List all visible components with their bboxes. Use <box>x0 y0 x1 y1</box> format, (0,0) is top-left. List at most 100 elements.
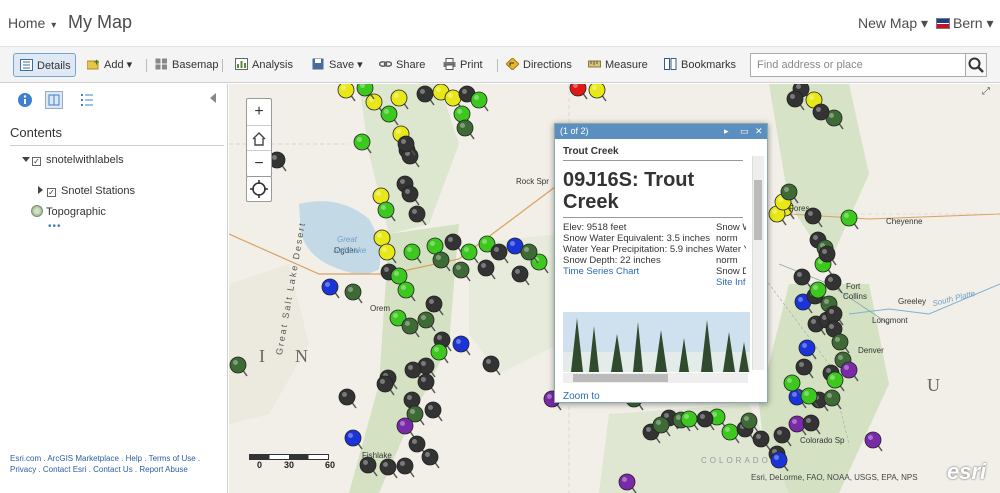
map-label-forest: Fores <box>789 204 810 213</box>
zoom-to-link[interactable]: Zoom to <box>563 391 600 402</box>
site-info-link[interactable]: Site Inf <box>716 277 746 288</box>
layer-row-snotelwithlabels[interactable]: ✓ snotelwithlabels <box>22 154 124 166</box>
toolbar: Details + Add ▾ Basemap Analysis Save ▾ S… <box>0 46 1000 83</box>
next-feature-icon[interactable]: ▸ <box>724 124 729 139</box>
new-map-menu[interactable]: New Map ▾ <box>858 15 928 32</box>
share-button[interactable]: Share <box>379 53 425 77</box>
divider <box>10 145 224 146</box>
add-button[interactable]: + Add ▾ <box>87 53 132 77</box>
add-layer-icon: + <box>87 58 99 70</box>
locate-crosshair-icon <box>250 180 268 198</box>
user-name: Bern ▾ <box>953 15 994 31</box>
scrollbar-thumb[interactable] <box>573 374 668 382</box>
layer-label: Topographic <box>46 206 106 218</box>
collapsed-arrow-icon[interactable] <box>38 186 43 194</box>
home-menu[interactable]: Home ▾ <box>8 15 56 31</box>
home-icon <box>252 132 266 146</box>
search-input[interactable] <box>750 53 966 77</box>
map-label-u: U <box>927 375 940 395</box>
map-label-fishlake: Fishlake <box>362 451 392 460</box>
toolbar-divider <box>222 59 223 72</box>
save-icon <box>312 58 324 70</box>
save-button[interactable]: Save ▾ <box>312 53 363 77</box>
field-right: Snow W <box>716 222 746 233</box>
legend-icon[interactable] <box>78 91 96 109</box>
popup-right-column: Snow W norm Water Y norm Snow D Site Inf <box>716 222 746 288</box>
map-label-longmont: Longmont <box>872 316 908 325</box>
basemap-button[interactable]: Basemap <box>155 53 218 77</box>
analysis-button[interactable]: Analysis <box>235 53 293 77</box>
site-photo <box>563 312 750 372</box>
scale-label: 0 <box>257 460 263 470</box>
measure-ruler-icon <box>588 60 601 68</box>
map-label-great: Great <box>337 235 358 244</box>
map-label-collins: Collins <box>843 292 868 301</box>
contents-heading: Contents <box>10 125 63 140</box>
info-icon[interactable] <box>16 91 34 109</box>
expanded-arrow-icon[interactable] <box>22 157 30 162</box>
directions-button[interactable]: Directions <box>506 53 572 77</box>
zoom-out-button[interactable]: − <box>247 151 271 177</box>
popup-content: Trout Creek 09J16S: Trout Creek Elev: 95… <box>563 146 746 299</box>
scrollbar-thumb[interactable] <box>754 180 762 240</box>
map-label-orem: Orem <box>370 304 390 313</box>
feature-popup: (1 of 2) ▸ ▭ ✕ Trout Creek 09J16S: Trout… <box>554 123 768 403</box>
panel-tabs <box>5 84 228 116</box>
map-label-fort: Fort <box>846 282 861 291</box>
analysis-icon <box>235 58 248 70</box>
map-label-cheyenne: Cheyenne <box>886 217 923 226</box>
popup-header: (1 of 2) <box>555 124 767 139</box>
expand-map-icon[interactable]: ⤢ <box>982 86 990 97</box>
chevron-down-icon: ▾ <box>51 20 57 31</box>
popup-title: 09J16S: Trout Creek <box>563 169 743 218</box>
directions-icon <box>506 58 519 70</box>
contents-icon[interactable] <box>45 91 63 109</box>
esri-logo[interactable]: esri <box>947 459 986 485</box>
locate-button[interactable] <box>246 176 272 202</box>
layer-row-topographic[interactable]: Topographic <box>31 205 106 218</box>
scale-label: 30 <box>284 460 295 470</box>
search-icon <box>968 57 984 73</box>
top-header: Home ▾ My Map New Map ▾ Bern ▾ <box>0 0 1000 46</box>
flag-icon <box>936 18 950 29</box>
toolbar-divider <box>497 59 498 72</box>
map-label-i: I <box>259 346 265 366</box>
map-view[interactable]: Rock Spr Ogden Great Salt Lake Great Sal… <box>229 84 1000 493</box>
map-label-rock-springs: Rock Spr <box>516 177 549 186</box>
popup-subtitle: Trout Creek <box>563 146 743 161</box>
popup-paging: (1 of 2) <box>560 126 589 136</box>
details-button[interactable]: Details <box>13 53 76 77</box>
layer-checkbox[interactable]: ✓ <box>32 157 41 166</box>
close-icon[interactable]: ✕ <box>755 124 763 139</box>
measure-button[interactable]: Measure <box>588 53 648 77</box>
map-title: My Map <box>68 12 133 32</box>
map-label-colorado: COLORADO <box>701 456 771 465</box>
maximize-icon[interactable]: ▭ <box>740 124 749 139</box>
map-attribution: Esri, DeLorme, FAO, NOAA, USGS, EPA, NPS <box>751 473 918 482</box>
share-link-icon <box>379 61 392 67</box>
user-menu[interactable]: Bern ▾ <box>936 15 994 32</box>
popup-fields: Elev: 9518 feet Snow Water Equivalent: 3… <box>563 222 746 299</box>
map-label-greeley: Greeley <box>898 297 927 306</box>
left-panel: Contents ✓ snotelwithlabels ✓ Snotel Stati… <box>5 84 228 493</box>
print-button[interactable]: Print <box>443 53 483 77</box>
details-icon <box>20 59 33 71</box>
collapse-panel-icon[interactable] <box>210 93 216 103</box>
zoom-control: + − <box>246 98 272 177</box>
bookmark-icon <box>664 58 677 70</box>
field-right: Water Y <box>716 244 746 255</box>
home-extent-button[interactable] <box>247 125 271 151</box>
basemap-thumbnail-icon <box>31 205 43 217</box>
layer-row-snotel-stations[interactable]: ✓ Snotel Stations <box>38 185 135 197</box>
footer-links[interactable]: Esri.com . ArcGIS Marketplace . Help . T… <box>10 453 220 475</box>
zoom-in-button[interactable]: + <box>247 99 271 125</box>
svg-text:+: + <box>94 58 99 67</box>
more-options-icon[interactable]: ••• <box>48 221 62 232</box>
layer-label: snotelwithlabels <box>46 154 124 166</box>
bookmarks-button[interactable]: Bookmarks <box>664 53 736 77</box>
layer-checkbox[interactable]: ✓ <box>47 188 56 197</box>
map-label-colorado-springs: Colorado Sp <box>800 436 845 445</box>
map-label-n: N <box>295 346 308 366</box>
search-button[interactable] <box>965 53 987 77</box>
map-label-salt-lake: Salt Lake <box>333 246 367 255</box>
